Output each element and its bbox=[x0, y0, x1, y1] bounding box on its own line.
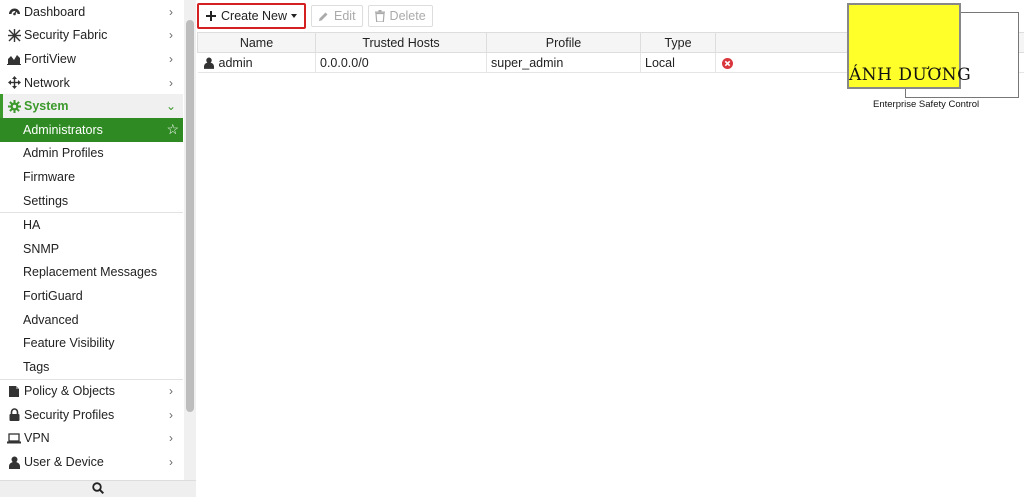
sidebar-item-system[interactable]: System ⌄ bbox=[0, 94, 183, 118]
cell-name: admin bbox=[197, 52, 316, 73]
sidebar-item-admin-profiles[interactable]: Admin Profiles bbox=[0, 142, 183, 166]
sidebar-item-label: VPN bbox=[24, 431, 50, 446]
document-icon bbox=[7, 385, 21, 398]
lock-icon bbox=[7, 408, 21, 422]
sidebar-item-user-device[interactable]: User & Device › bbox=[0, 450, 183, 474]
column-header-profile[interactable]: Profile bbox=[486, 32, 641, 53]
trash-icon bbox=[374, 10, 385, 22]
chevron-right-icon: › bbox=[169, 4, 173, 19]
delete-label: Delete bbox=[389, 9, 426, 23]
toolbar: Create New Edit Delete bbox=[197, 3, 438, 29]
sidebar-item-label: Replacement Messages bbox=[23, 265, 158, 280]
sidebar-item-administrators[interactable]: Administrators ☆ bbox=[0, 117, 183, 142]
disabled-x-icon bbox=[720, 56, 733, 70]
sidebar-item-label: Administrators bbox=[23, 122, 103, 137]
sidebar-item-feature-visibility[interactable]: Feature Visibility bbox=[0, 331, 183, 355]
sidebar-item-label: Security Fabric bbox=[24, 28, 108, 43]
chevron-right-icon: › bbox=[169, 75, 173, 90]
laptop-icon bbox=[7, 433, 21, 444]
sidebar-item-security-fabric[interactable]: Security Fabric › bbox=[0, 24, 183, 48]
sidebar-item-firmware[interactable]: Firmware bbox=[0, 165, 183, 189]
create-new-button[interactable]: Create New bbox=[197, 3, 306, 29]
dashboard-icon bbox=[7, 5, 21, 18]
sidebar-item-label: FortiView bbox=[24, 51, 76, 66]
sidebar-item-label: Admin Profiles bbox=[23, 146, 104, 161]
sidebar-item-label: SNMP bbox=[23, 241, 60, 256]
sidebar-item-label: Settings bbox=[23, 193, 69, 208]
watermark-logo: ÁNH DƯƠNG Enterprise Safety Control bbox=[845, 3, 1020, 111]
sidebar-item-fortiguard[interactable]: FortiGuard bbox=[0, 284, 183, 308]
search-icon[interactable] bbox=[92, 481, 105, 497]
delete-button[interactable]: Delete bbox=[367, 5, 433, 27]
edit-label: Edit bbox=[334, 9, 356, 23]
edit-button[interactable]: Edit bbox=[311, 5, 363, 27]
pencil-icon bbox=[318, 11, 329, 22]
sidebar-item-label: Network bbox=[24, 75, 70, 90]
sidebar-item-security-profiles[interactable]: Security Profiles › bbox=[0, 403, 183, 427]
sidebar-item-dashboard[interactable]: Dashboard › bbox=[0, 0, 183, 24]
sidebar-item-policy-objects[interactable]: Policy & Objects › bbox=[0, 380, 183, 404]
sidebar-item-label: Firmware bbox=[23, 169, 76, 184]
sidebar-item-tags[interactable]: Tags bbox=[0, 355, 183, 379]
chevron-right-icon: › bbox=[169, 407, 173, 422]
sidebar-item-label: System bbox=[24, 99, 69, 114]
scrollbar-thumb[interactable] bbox=[186, 20, 194, 412]
sidebar-item-network[interactable]: Network › bbox=[0, 71, 183, 95]
chevron-right-icon: › bbox=[169, 431, 173, 446]
sidebar-item-label: Dashboard bbox=[24, 4, 86, 19]
sidebar-nav: Dashboard › Security Fabric › FortiView … bbox=[0, 0, 183, 474]
sidebar: Dashboard › Security Fabric › FortiView … bbox=[0, 0, 196, 497]
sidebar-search-bar[interactable] bbox=[0, 480, 196, 497]
star-icon[interactable]: ☆ bbox=[166, 121, 179, 138]
sidebar-item-label: Policy & Objects bbox=[24, 384, 116, 399]
chevron-right-icon: › bbox=[169, 51, 173, 66]
sidebar-item-replacement-messages[interactable]: Replacement Messages bbox=[0, 261, 183, 285]
network-arrows-icon bbox=[7, 76, 21, 90]
sidebar-item-snmp[interactable]: SNMP bbox=[0, 237, 183, 261]
sidebar-item-label: Advanced bbox=[23, 312, 79, 327]
sidebar-item-settings[interactable]: Settings bbox=[0, 189, 183, 213]
cell-profile: super_admin bbox=[486, 52, 641, 73]
plus-icon bbox=[206, 11, 216, 21]
logo-brand: ÁNH DƯƠNG bbox=[849, 65, 972, 85]
chevron-down-icon: ⌄ bbox=[165, 99, 177, 114]
fortiview-chart-icon bbox=[7, 53, 21, 65]
user-icon bbox=[7, 456, 21, 469]
security-fabric-icon bbox=[7, 28, 21, 42]
chevron-right-icon: › bbox=[169, 455, 173, 470]
column-header-type[interactable]: Type bbox=[640, 32, 716, 53]
create-new-label: Create New bbox=[221, 9, 287, 23]
sidebar-item-vpn[interactable]: VPN › bbox=[0, 427, 183, 451]
sidebar-item-label: Security Profiles bbox=[24, 407, 115, 422]
caret-down-icon bbox=[291, 14, 297, 18]
chevron-right-icon: › bbox=[169, 384, 173, 399]
sidebar-item-label: User & Device bbox=[24, 455, 104, 470]
column-header-name[interactable]: Name bbox=[197, 32, 316, 53]
column-header-trusted-hosts[interactable]: Trusted Hosts bbox=[315, 32, 487, 53]
sidebar-item-ha[interactable]: HA bbox=[0, 213, 183, 237]
sidebar-item-label: HA bbox=[23, 218, 41, 233]
logo-tagline: Enterprise Safety Control bbox=[873, 99, 980, 110]
gear-icon bbox=[7, 99, 21, 113]
sidebar-item-label: FortiGuard bbox=[23, 288, 83, 303]
chevron-right-icon: › bbox=[169, 28, 173, 43]
sidebar-item-fortiview[interactable]: FortiView › bbox=[0, 47, 183, 71]
sidebar-scrollbar[interactable] bbox=[184, 0, 196, 480]
sidebar-item-advanced[interactable]: Advanced bbox=[0, 308, 183, 332]
sidebar-item-label: Tags bbox=[23, 359, 50, 374]
sidebar-item-label: Feature Visibility bbox=[23, 336, 115, 351]
admin-name: admin bbox=[218, 55, 253, 70]
cell-type: Local bbox=[640, 52, 716, 73]
user-icon bbox=[203, 57, 214, 70]
cell-trusted-hosts: 0.0.0.0/0 bbox=[315, 52, 487, 73]
